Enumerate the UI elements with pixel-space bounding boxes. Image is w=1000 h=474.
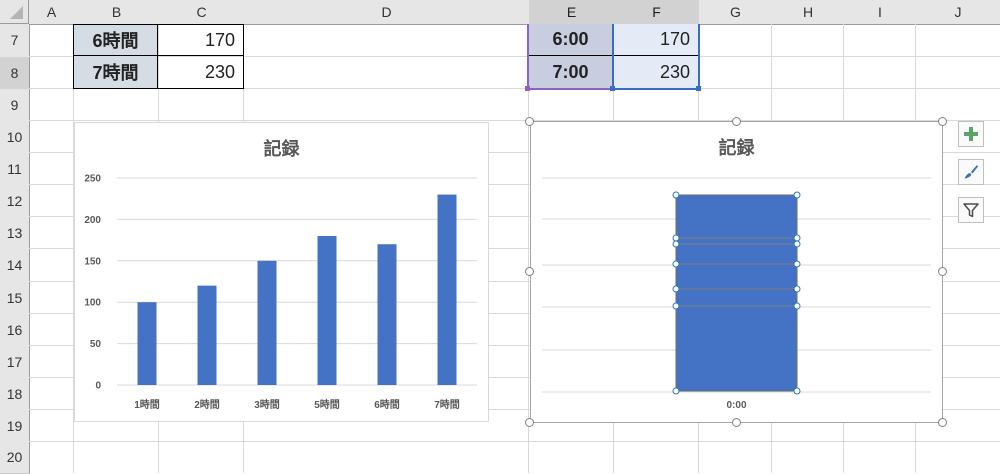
cell-c7[interactable]: 170 [158, 25, 243, 56]
range-resize-handle[interactable] [696, 86, 701, 91]
x-tick-label: 2時間 [194, 398, 220, 411]
cell-b8[interactable]: 7時間 [74, 56, 158, 88]
chart-filters-button[interactable] [958, 197, 984, 223]
category-range-highlight [527, 24, 614, 90]
y-tick-label: 100 [84, 298, 101, 309]
x-tick-label: 5時間 [314, 398, 340, 411]
range-resize-handle[interactable] [525, 86, 530, 91]
chart-left[interactable]: 記録 0 50 100 150 200 250 1時間 2時間 3時間 5時間 6時間 7時間 [74, 122, 489, 422]
resize-handle-n[interactable] [732, 117, 741, 126]
x-tick-label: 0:00 [726, 400, 747, 411]
column-header-j[interactable]: J [916, 0, 1000, 25]
y-tick-label: 50 [90, 339, 102, 350]
column-header-f[interactable]: F [614, 0, 700, 25]
column-header-g[interactable]: G [699, 0, 773, 25]
cell-c8[interactable]: 230 [158, 56, 243, 88]
resize-handle-w[interactable] [525, 267, 534, 276]
resize-handle-sw[interactable] [525, 418, 534, 427]
row-header-8[interactable]: 8 [0, 57, 30, 90]
value-range-highlight [612, 24, 700, 90]
row-header-20[interactable]: 20 [0, 442, 30, 474]
select-all-corner[interactable] [0, 0, 29, 24]
bar[interactable] [317, 235, 337, 385]
x-tick-label: 3時間 [254, 398, 280, 411]
row-header-15[interactable]: 15 [0, 282, 30, 315]
plus-icon [964, 127, 978, 141]
row-header-17[interactable]: 17 [0, 346, 30, 379]
filter-icon [963, 203, 979, 218]
stacked-bar[interactable] [675, 194, 798, 392]
y-tick-label: 200 [84, 215, 101, 226]
bar[interactable] [257, 260, 277, 385]
column-header-i[interactable]: I [844, 0, 917, 25]
chart-elements-button[interactable] [958, 121, 984, 147]
resize-handle-s[interactable] [732, 418, 741, 427]
column-header-b[interactable]: B [74, 0, 160, 25]
gridline [29, 441, 1000, 442]
column-header-e[interactable]: E [529, 0, 615, 25]
resize-handle-se[interactable] [938, 418, 947, 427]
y-tick-label: 150 [84, 256, 101, 267]
column-header-h[interactable]: H [772, 0, 845, 25]
bar[interactable] [377, 244, 397, 385]
row-header-13[interactable]: 13 [0, 217, 30, 250]
row-header-10[interactable]: 10 [0, 121, 30, 154]
row-header-12[interactable]: 12 [0, 185, 30, 218]
stacked-bar-chart-right [542, 177, 931, 395]
y-tick-label: 0 [95, 381, 101, 392]
bar[interactable] [137, 302, 157, 385]
row-header-19[interactable]: 19 [0, 410, 30, 443]
x-tick-label: 6時間 [374, 398, 400, 411]
row-header-16[interactable]: 16 [0, 314, 30, 347]
row-header-7[interactable]: 7 [0, 24, 30, 58]
chart-right[interactable]: 記録 0:00 [530, 121, 943, 423]
cell-b7[interactable]: 6時間 [74, 25, 158, 56]
row-header-18[interactable]: 18 [0, 378, 30, 411]
column-header-d[interactable]: D [244, 0, 530, 25]
x-tick-label: 7時間 [434, 398, 460, 411]
chart-styles-button[interactable] [958, 159, 984, 185]
column-header-a[interactable]: A [29, 0, 75, 25]
select-all-triangle-icon [10, 6, 23, 19]
column-header-c[interactable]: C [159, 0, 245, 25]
row-header-9[interactable]: 9 [0, 89, 30, 122]
bar-chart-left: 0 50 100 150 200 250 1時間 2時間 3時間 5時間 6時間 7時間 [84, 174, 477, 411]
row-header-11[interactable]: 11 [0, 153, 30, 186]
bar[interactable] [437, 194, 457, 385]
paintbrush-icon [964, 165, 978, 179]
y-tick-label: 250 [84, 174, 101, 185]
range-resize-handle[interactable] [610, 86, 615, 91]
bar[interactable] [197, 285, 217, 385]
row-header-14[interactable]: 14 [0, 249, 30, 283]
resize-handle-nw[interactable] [525, 117, 534, 126]
resize-handle-ne[interactable] [938, 117, 947, 126]
resize-handle-e[interactable] [938, 267, 947, 276]
x-tick-label: 1時間 [134, 398, 160, 411]
